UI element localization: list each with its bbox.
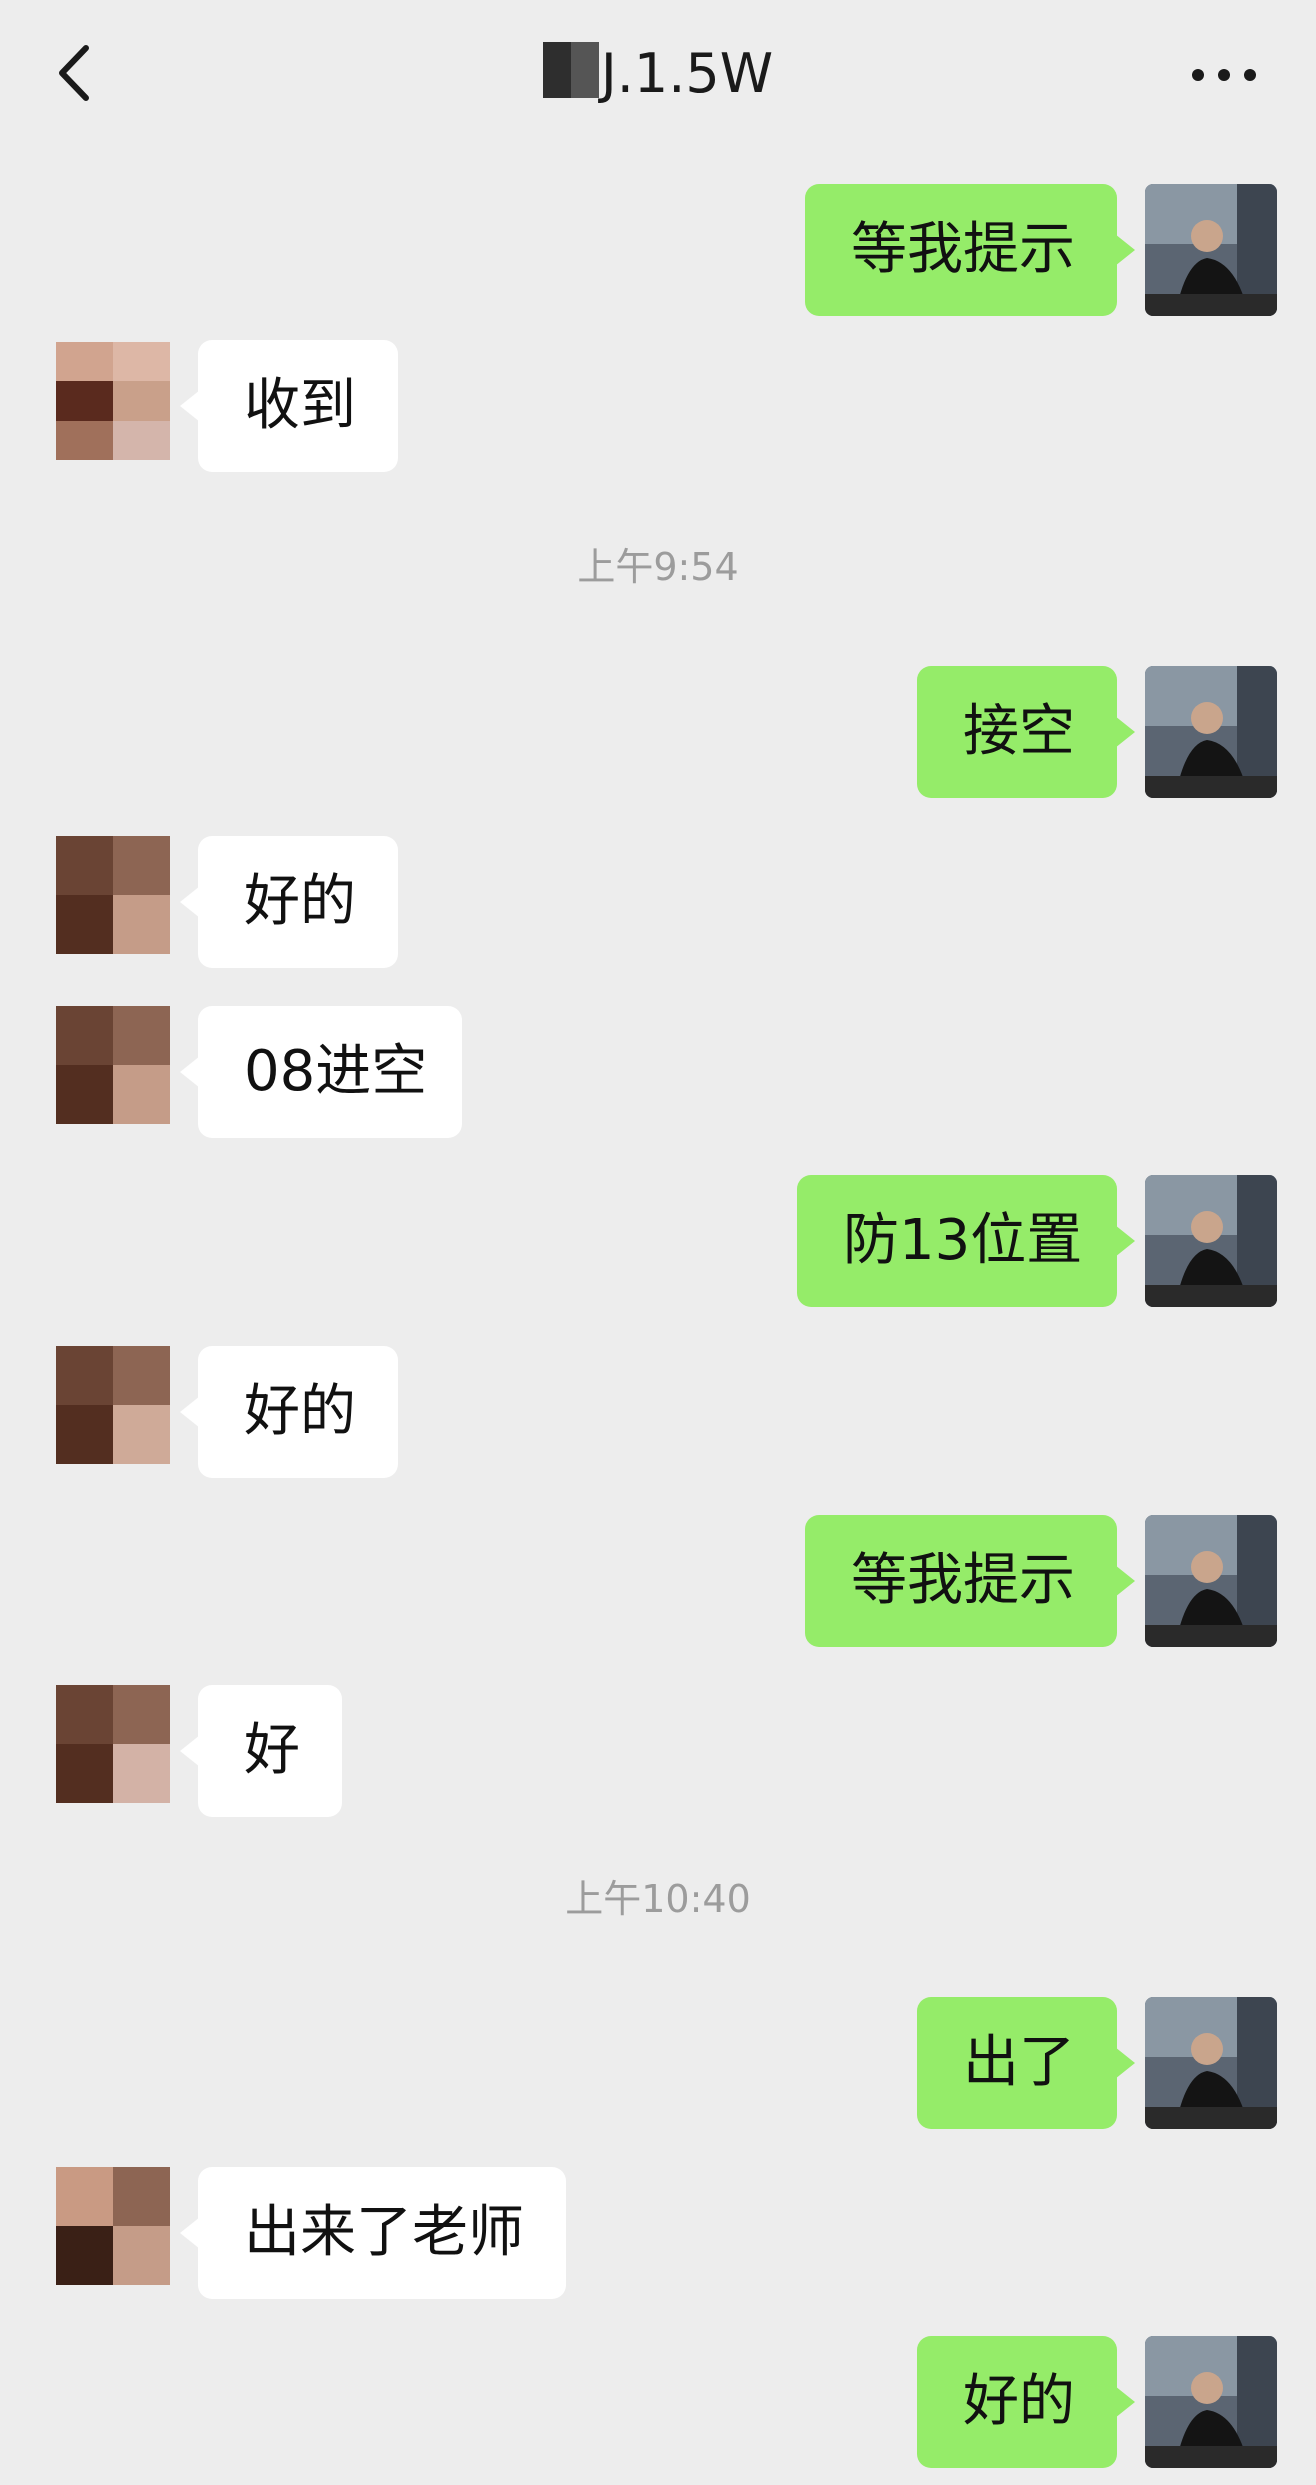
user-photo-icon <box>1145 1175 1277 1307</box>
user-photo-icon <box>1145 666 1277 798</box>
message-text: 出了 <box>963 2030 1075 2095</box>
my-avatar[interactable] <box>1145 184 1277 316</box>
message-text: 等我提示 <box>851 1548 1075 1613</box>
message-text: 08进空 <box>244 1039 428 1104</box>
message-text: 好的 <box>244 869 356 934</box>
message-text: 出来了老师 <box>244 2200 524 2265</box>
incoming-bubble[interactable]: 好的 <box>180 1346 398 1478</box>
my-avatar[interactable] <box>1145 666 1277 798</box>
pixelated-avatar-icon <box>56 342 170 460</box>
message-text: 等我提示 <box>851 217 1075 282</box>
incoming-bubble[interactable]: 好 <box>180 1685 342 1817</box>
contact-avatar[interactable] <box>56 2167 170 2285</box>
message-text: 收到 <box>244 373 356 438</box>
user-photo-icon <box>1145 1515 1277 1647</box>
outgoing-bubble[interactable]: 出了 <box>917 1997 1135 2129</box>
contact-avatar[interactable] <box>56 836 170 954</box>
outgoing-bubble[interactable]: 好的 <box>917 2336 1135 2468</box>
incoming-bubble[interactable]: 收到 <box>180 340 398 472</box>
title-mosaic <box>542 42 599 98</box>
pixelated-avatar-icon <box>56 2167 170 2285</box>
timestamp: 上午9:54 <box>577 545 739 589</box>
user-photo-icon <box>1145 1997 1277 2129</box>
pixelated-avatar-icon <box>56 1346 170 1464</box>
more-horizontal-icon <box>1192 69 1256 81</box>
chat-title-container: J.1.5W <box>0 38 1316 110</box>
incoming-bubble[interactable]: 好的 <box>180 836 398 968</box>
incoming-bubble[interactable]: 08进空 <box>180 1006 462 1138</box>
more-button[interactable] <box>1184 40 1264 110</box>
pixelated-avatar-icon <box>56 1006 170 1124</box>
outgoing-bubble[interactable]: 接空 <box>917 666 1135 798</box>
incoming-bubble[interactable]: 出来了老师 <box>180 2167 566 2299</box>
user-photo-icon <box>1145 2336 1277 2468</box>
outgoing-bubble[interactable]: 等我提示 <box>805 1515 1135 1647</box>
outgoing-bubble[interactable]: 等我提示 <box>805 184 1135 316</box>
chat-title: J.1.5W <box>600 42 774 105</box>
message-text: 好的 <box>963 2369 1075 2434</box>
contact-avatar[interactable] <box>56 1685 170 1803</box>
contact-avatar[interactable] <box>56 342 170 460</box>
my-avatar[interactable] <box>1145 2336 1277 2468</box>
message-text: 防13位置 <box>843 1208 1083 1273</box>
my-avatar[interactable] <box>1145 1997 1277 2129</box>
contact-avatar[interactable] <box>56 1346 170 1464</box>
pixelated-avatar-icon <box>56 1685 170 1803</box>
top-bar: J.1.5W <box>0 0 1316 150</box>
message-text: 好的 <box>244 1379 356 1444</box>
user-photo-icon <box>1145 184 1277 316</box>
my-avatar[interactable] <box>1145 1515 1277 1647</box>
my-avatar[interactable] <box>1145 1175 1277 1307</box>
outgoing-bubble[interactable]: 防13位置 <box>797 1175 1135 1307</box>
message-text: 好 <box>244 1718 300 1783</box>
contact-avatar[interactable] <box>56 1006 170 1124</box>
pixelated-avatar-icon <box>56 836 170 954</box>
timestamp: 上午10:40 <box>565 1877 751 1921</box>
message-text: 接空 <box>963 699 1075 764</box>
